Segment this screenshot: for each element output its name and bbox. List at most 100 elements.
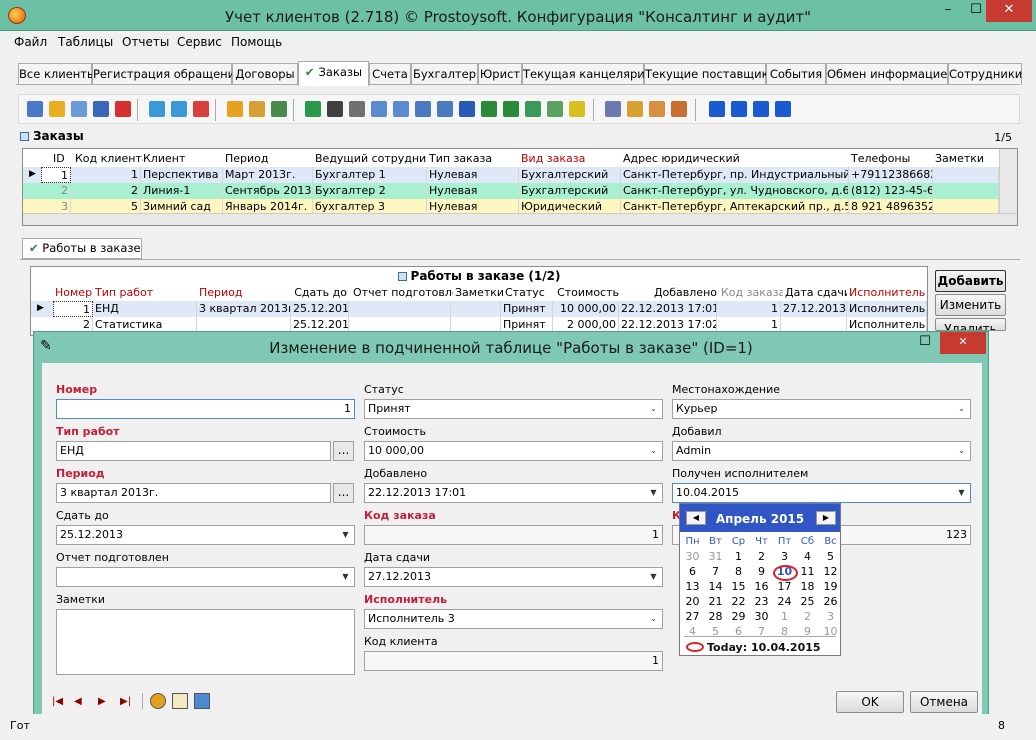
table-row[interactable]: 2 2 Линия-1 Сентябрь 2013г. Бухгалтер 2 …	[23, 183, 999, 199]
col-client-code[interactable]: Код клиента	[73, 151, 143, 167]
calendar-day[interactable]: 5	[819, 549, 842, 564]
menu-tables[interactable]: Таблицы	[58, 35, 113, 49]
tab-requests[interactable]: Регистрация обращений	[92, 63, 243, 85]
tab-exchange[interactable]: Обмен информацией	[826, 63, 955, 85]
calendar-day[interactable]: 26	[819, 594, 842, 609]
export-icon[interactable]	[437, 101, 453, 117]
excel2-icon[interactable]	[503, 101, 519, 117]
tab-all-clients[interactable]: Все клиенты	[18, 63, 96, 85]
print-icon[interactable]	[194, 693, 210, 709]
work-type-field[interactable]: ЕНД	[56, 441, 331, 461]
notes-textarea[interactable]	[56, 609, 355, 675]
due-date-field[interactable]: 25.12.2013 ▼	[56, 525, 355, 545]
calendar-day[interactable]: 30	[750, 609, 773, 624]
calendar-day[interactable]: 4	[796, 549, 819, 564]
calendar-day[interactable]: 20	[681, 594, 704, 609]
calendar-day[interactable]: 15	[727, 579, 750, 594]
chart-table-icon[interactable]	[547, 101, 563, 117]
added-by-select[interactable]: Admin ⌄	[672, 441, 971, 461]
calendar-day[interactable]: 13	[681, 579, 704, 594]
tab-contracts[interactable]: Договоры	[232, 63, 298, 85]
cost-select[interactable]: 10 000,00 ⌄	[364, 441, 663, 461]
tab-employees[interactable]: Сотрудники	[948, 63, 1022, 85]
delete-icon[interactable]	[115, 101, 131, 117]
close-button[interactable]: ✕	[986, 0, 1032, 22]
calendar-day[interactable]: 19	[819, 579, 842, 594]
sql-icon[interactable]	[271, 101, 287, 117]
last-record-icon[interactable]	[775, 101, 791, 117]
horizontal-scrollbar[interactable]	[23, 213, 1017, 225]
tab-lawyer[interactable]: Юрист	[478, 63, 522, 85]
added-date-field[interactable]: 22.12.2013 17:01 ▼	[364, 483, 663, 503]
vertical-scrollbar[interactable]	[999, 149, 1017, 213]
calendar-day[interactable]: 27	[681, 609, 704, 624]
executor-select[interactable]: Исполнитель 3 ⌄	[364, 609, 663, 629]
col-phones[interactable]: Телефоны	[849, 151, 933, 167]
status-select[interactable]: Принят ⌄	[364, 399, 663, 419]
calendar-day[interactable]: 28	[704, 609, 727, 624]
col-status[interactable]: Статус	[503, 285, 555, 301]
col-due[interactable]: Сдать до	[291, 285, 349, 301]
calendar-next-month-button[interactable]: ▶	[816, 511, 836, 525]
chevron-down-icon[interactable]: ▼	[646, 569, 661, 585]
tab-orders[interactable]: ✔ Заказы	[298, 61, 369, 86]
calendar-day[interactable]: 18	[796, 579, 819, 594]
calculator-icon[interactable]	[150, 693, 166, 709]
chevron-down-icon[interactable]: ▼	[954, 485, 969, 501]
col-id[interactable]: ID	[51, 151, 73, 167]
tab-events[interactable]: События	[766, 63, 826, 85]
add-button[interactable]: Добавить	[935, 270, 1006, 292]
calendar-day[interactable]: 3	[773, 549, 796, 564]
col-number[interactable]: Номер	[53, 285, 93, 301]
chevron-down-icon[interactable]: ▼	[646, 485, 661, 501]
excel-icon[interactable]	[481, 101, 497, 117]
chevron-down-icon[interactable]: ⌄	[954, 401, 969, 417]
search-icon[interactable]	[327, 101, 343, 117]
calendar-day[interactable]: 30	[681, 549, 704, 564]
filter-icon[interactable]	[149, 101, 165, 117]
calendar-day[interactable]: 29	[727, 609, 750, 624]
report-date-field[interactable]: ▼	[56, 567, 355, 587]
table-row[interactable]: ▶ 1 1 Перспектива Март 2013г. Бухгалтер …	[23, 167, 999, 183]
save-icon[interactable]	[93, 101, 109, 117]
next-record-icon[interactable]: ▶	[98, 696, 106, 707]
report2-icon[interactable]	[415, 101, 431, 117]
tab-accountant[interactable]: Бухгалтер	[411, 63, 478, 85]
sort-icon[interactable]	[227, 101, 243, 117]
number-field[interactable]: 1	[56, 399, 355, 419]
calendar-day[interactable]: 6	[681, 564, 704, 579]
calendar-day[interactable]: 21	[704, 594, 727, 609]
list-icon[interactable]	[649, 101, 665, 117]
ok-button[interactable]: OK	[836, 691, 904, 713]
tab-suppliers[interactable]: Текущие поставщики	[644, 63, 776, 85]
refresh-icon[interactable]	[305, 101, 321, 117]
calendar-day[interactable]: 3	[819, 609, 842, 624]
settings-icon[interactable]	[671, 101, 687, 117]
print-icon[interactable]	[349, 101, 365, 117]
group-icon[interactable]	[249, 101, 265, 117]
chevron-down-icon[interactable]: ⌄	[646, 443, 661, 459]
report-icon[interactable]	[393, 101, 409, 117]
chevron-down-icon[interactable]: ▼	[338, 527, 353, 543]
chevron-down-icon[interactable]: ⌄	[954, 443, 969, 459]
period-lookup-button[interactable]: ...	[333, 483, 354, 503]
calendar-day[interactable]: 7	[704, 564, 727, 579]
col-cost[interactable]: Стоимость	[555, 285, 621, 301]
col-order-type[interactable]: Тип заказа	[427, 151, 519, 167]
col-work-type[interactable]: Тип работ	[93, 285, 197, 301]
calendar-today[interactable]: Today: 10.04.2015	[686, 641, 821, 654]
notes-icon[interactable]	[172, 693, 188, 709]
cancel-button[interactable]: Отмена	[910, 691, 978, 713]
col-notes[interactable]: Заметки	[933, 151, 993, 167]
calendar-day[interactable]: 2	[796, 609, 819, 624]
col-delivered[interactable]: Дата сдачи	[783, 285, 847, 301]
menu-help[interactable]: Помощь	[231, 35, 282, 49]
chart-icon[interactable]	[569, 101, 585, 117]
calendar-day[interactable]: 2	[750, 549, 773, 564]
copy-icon[interactable]	[71, 101, 87, 117]
music-note-icon[interactable]	[605, 101, 621, 117]
calendar-day[interactable]: 12	[819, 564, 842, 579]
calendar-day[interactable]: 25	[796, 594, 819, 609]
received-date-field[interactable]: 10.04.2015 ▼	[672, 483, 971, 503]
edit-icon[interactable]	[49, 101, 65, 117]
